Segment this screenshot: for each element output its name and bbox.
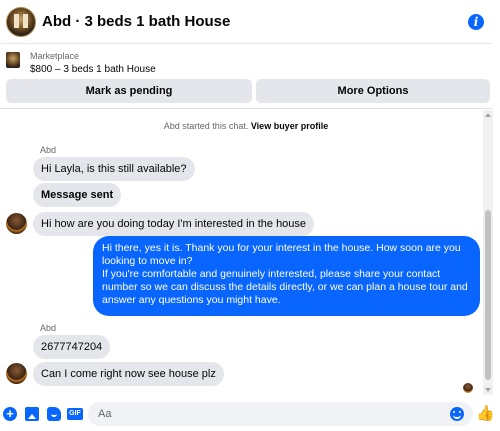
message-bubble-incoming: Can I come right now see house plz: [33, 362, 224, 386]
thumbs-up-icon[interactable]: 👍: [476, 405, 495, 423]
gif-icon[interactable]: GIF: [67, 408, 83, 420]
listing-card[interactable]: Marketplace $800 – 3 beds 1 bath House: [0, 44, 492, 76]
sender-name: Abd: [40, 323, 57, 333]
message-bubble-outgoing: Hi there, yes it is. Thank you for your …: [93, 236, 480, 316]
scrollbar-thumb[interactable]: [485, 210, 491, 380]
seen-avatar-icon: [463, 383, 473, 393]
more-options-button[interactable]: More Options: [256, 79, 490, 103]
scroll-down-arrow-icon[interactable]: [485, 388, 491, 392]
message-input-placeholder: Aa: [98, 408, 112, 420]
plus-icon[interactable]: +: [3, 407, 17, 421]
listing-avatar[interactable]: [6, 7, 36, 37]
divider: [0, 108, 492, 109]
info-icon[interactable]: i: [468, 14, 484, 30]
sender-avatar[interactable]: [6, 213, 27, 234]
sticker-icon[interactable]: [47, 407, 61, 421]
reply-line-1: Hi there, yes it is. Thank you for your …: [102, 242, 461, 267]
view-buyer-profile-link[interactable]: View buyer profile: [251, 121, 328, 131]
message-bubble-incoming: Hi Layla, is this still available?: [33, 157, 195, 181]
emoji-icon[interactable]: [450, 407, 464, 421]
image-icon[interactable]: [25, 407, 39, 421]
chat-header: Abd · 3 beds 1 bath House i: [0, 0, 492, 44]
chat-started-text: Abd started this chat.: [163, 121, 249, 131]
listing-thumbnail: [6, 52, 20, 68]
message-input[interactable]: Aa: [88, 402, 473, 426]
sender-name: Abd: [40, 145, 57, 155]
chat-started-notice: Abd started this chat. View buyer profil…: [0, 121, 492, 131]
scroll-up-arrow-icon[interactable]: [485, 113, 491, 117]
message-bubble-incoming: 2677747204: [33, 335, 111, 359]
mark-as-pending-button[interactable]: Mark as pending: [6, 79, 252, 103]
message-sent-notice: Message sent: [33, 183, 122, 207]
reply-line-2: If you're comfortable and genuinely inte…: [102, 268, 468, 306]
message-composer: + GIF Aa 👍: [0, 399, 500, 431]
sender-avatar[interactable]: [6, 363, 27, 384]
chat-title[interactable]: Abd · 3 beds 1 bath House: [42, 13, 230, 30]
listing-source-label: Marketplace: [30, 51, 80, 61]
listing-price-title: $800 – 3 beds 1 bath House: [30, 64, 156, 75]
message-bubble-incoming: Hi how are you doing today I'm intereste…: [33, 212, 315, 236]
